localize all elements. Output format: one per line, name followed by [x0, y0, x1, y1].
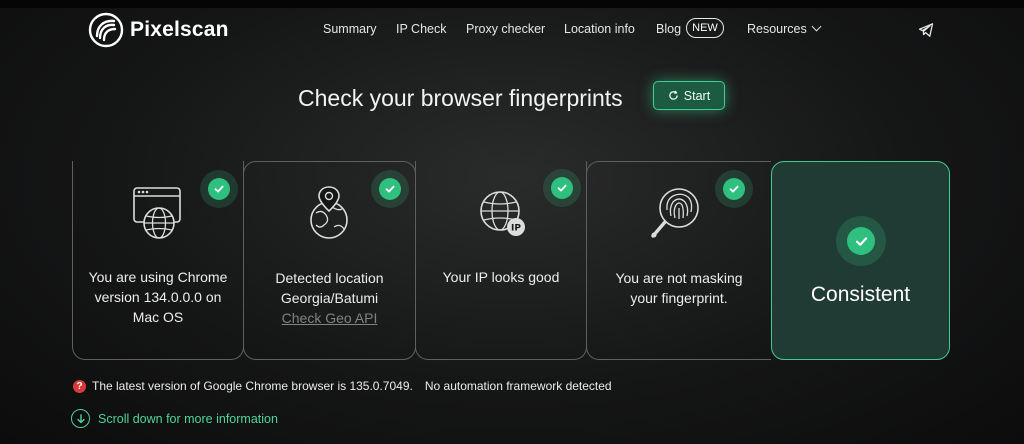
main-nav: Summary IP Check Proxy checker Location …	[0, 18, 1024, 38]
scroll-down-link[interactable]: Scroll down for more information	[71, 409, 278, 428]
warning-text: The latest version of Google Chrome brow…	[92, 379, 413, 393]
check-geo-api-link[interactable]: Check Geo API	[244, 308, 415, 328]
check-icon	[200, 170, 238, 208]
fingerprint-card-text: You are not masking your fingerprint.	[587, 268, 771, 308]
nav-summary[interactable]: Summary	[323, 22, 376, 36]
page-title: Check your browser fingerprints	[298, 85, 623, 111]
browser-card: You are using Chrome version 134.0.0.0 o…	[72, 161, 244, 360]
arrow-down-icon	[71, 409, 90, 428]
nav-location-info[interactable]: Location info	[564, 22, 635, 36]
refresh-icon	[669, 90, 678, 100]
browser-line-1: You are using Chrome	[88, 269, 228, 285]
location-line-1: Detected location	[275, 270, 384, 286]
browser-card-text: You are using Chrome version 134.0.0.0 o…	[73, 267, 243, 327]
scroll-text: Scroll down for more information	[98, 411, 278, 426]
browser-line-2: version 134.0.0.0 on	[94, 289, 222, 305]
nav-blog[interactable]: Blog	[656, 22, 681, 36]
fingerprint-line-1: You are not masking	[615, 270, 743, 286]
browser-version-warning: ? The latest version of Google Chrome br…	[73, 379, 612, 393]
fingerprint-line-2: your fingerprint.	[630, 290, 728, 306]
ip-card: IP Your IP looks good	[415, 161, 587, 360]
nav-resources[interactable]: Resources	[747, 21, 822, 36]
fingerprint-magnifier-icon	[651, 188, 699, 238]
consistent-label: Consistent	[810, 283, 911, 306]
start-label: Start	[683, 88, 711, 103]
browser-line-3: Mac OS	[132, 309, 184, 325]
fingerprint-card: You are not masking your fingerprint.	[586, 161, 771, 360]
automation-text: No automation framework detected	[424, 379, 612, 393]
start-button[interactable]: Start	[653, 81, 725, 110]
telegram-icon[interactable]	[918, 22, 934, 38]
location-line-2: Georgia/Batumi	[280, 290, 379, 306]
ip-card-text: Your IP looks good	[416, 267, 586, 287]
top-edge	[0, 0, 1024, 8]
check-icon	[543, 169, 581, 207]
ip-globe-icon: IP	[480, 191, 525, 236]
consistent-card: Consistent	[771, 161, 950, 360]
ip-icon-badge: IP	[511, 224, 521, 234]
check-icon	[715, 170, 753, 208]
question-warning-icon: ?	[73, 379, 86, 393]
location-globe-icon	[310, 186, 348, 239]
nav-ip-check[interactable]: IP Check	[396, 22, 447, 36]
check-icon	[836, 216, 886, 266]
nav-resources-label: Resources	[747, 22, 807, 36]
new-badge: NEW	[686, 18, 724, 38]
nav-proxy-checker[interactable]: Proxy checker	[466, 22, 545, 36]
location-card-text: Detected location Georgia/Batumi Check G…	[244, 268, 415, 328]
chevron-down-icon	[811, 21, 822, 32]
location-card: Detected location Georgia/Batumi Check G…	[243, 161, 416, 360]
browser-globe-icon	[133, 187, 181, 239]
check-icon	[371, 170, 409, 208]
ip-line-1: Your IP looks good	[442, 269, 560, 285]
